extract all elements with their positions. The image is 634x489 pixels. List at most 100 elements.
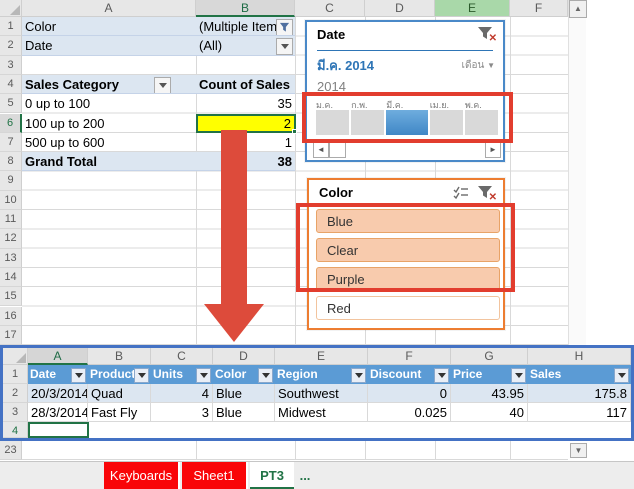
sheet-tab-sheet1[interactable]: Sheet1	[182, 462, 248, 489]
slicer-clear-filter-icon[interactable]: ✕	[477, 185, 497, 203]
vertical-scrollbar[interactable]: ▲	[568, 0, 587, 345]
cell-e2[interactable]: Southwest	[275, 384, 368, 403]
cell-h2[interactable]: 175.8	[528, 384, 631, 403]
table-column-header-d[interactable]: D	[213, 348, 275, 365]
table-column-header-c[interactable]: C	[151, 348, 213, 365]
row-header-17[interactable]: 17	[0, 325, 22, 346]
filter-dropdown-icon[interactable]	[134, 368, 149, 383]
pivot-value-header[interactable]: Count of Sales	[196, 74, 295, 95]
scroll-down-icon[interactable]: ▼	[570, 443, 587, 458]
table-header-price[interactable]: Price	[451, 365, 528, 384]
row-header-9[interactable]: 9	[0, 171, 22, 191]
table-column-header-e[interactable]: E	[275, 348, 368, 365]
column-header-b[interactable]: B	[196, 0, 295, 17]
cell-b2[interactable]: Quad	[88, 384, 151, 403]
table-header-color[interactable]: Color	[213, 365, 275, 384]
row-header-13[interactable]: 13	[0, 248, 22, 268]
scroll-right-icon[interactable]: ►	[485, 142, 501, 158]
timeline-scrollbar[interactable]: ◄ ►	[313, 142, 501, 158]
pivot-filter-field-color[interactable]: Color	[22, 17, 196, 37]
cell-a3[interactable]: 28/3/2014	[28, 403, 88, 422]
table-header-region[interactable]: Region	[275, 365, 368, 384]
filter-dropdown-icon[interactable]	[614, 368, 629, 383]
cell-b3[interactable]: Fast Fly	[88, 403, 151, 422]
row-header-14[interactable]: 14	[0, 267, 22, 288]
row-header-10[interactable]: 10	[0, 190, 22, 210]
table-header-units[interactable]: Units	[151, 365, 213, 384]
pivot-row-category[interactable]: 100 up to 200	[22, 114, 196, 133]
pivot-filter-value-date[interactable]: (All)	[196, 36, 295, 56]
select-all-corner[interactable]	[3, 348, 28, 365]
sheet-tab-pt3-active[interactable]: PT3	[250, 462, 294, 489]
row-header-23[interactable]: 23	[0, 441, 22, 460]
filter-dropdown-icon[interactable]	[511, 368, 526, 383]
column-header-a[interactable]: A	[22, 0, 196, 17]
table-column-header-a[interactable]: A	[28, 348, 88, 365]
sheet-tab-overflow[interactable]: ...	[296, 462, 314, 489]
row-header-16[interactable]: 16	[0, 306, 22, 326]
filter-funnel-icon[interactable]	[276, 19, 293, 36]
dropdown-arrow-icon[interactable]	[276, 38, 293, 55]
pivot-row-category[interactable]: 0 up to 100	[22, 94, 196, 113]
pivot-filter-value-color[interactable]: (Multiple Items)	[196, 17, 295, 37]
active-cell-a4[interactable]	[28, 422, 89, 438]
cell-d3[interactable]: Blue	[213, 403, 275, 422]
cell-e3[interactable]: Midwest	[275, 403, 368, 422]
filter-dropdown-icon[interactable]	[434, 368, 449, 383]
scroll-up-icon[interactable]: ▲	[569, 0, 587, 18]
cell-g3[interactable]: 40	[451, 403, 528, 422]
row-header-6[interactable]: 6	[0, 113, 22, 133]
row-header-2[interactable]: 2	[0, 36, 22, 56]
table-column-header-b[interactable]: B	[88, 348, 151, 365]
filter-dropdown-icon[interactable]	[196, 368, 211, 383]
table-column-header-g[interactable]: G	[451, 348, 528, 365]
table-row-header-2[interactable]: 2	[3, 384, 28, 403]
row-header-3[interactable]: 3	[0, 55, 22, 75]
pivot-row-value[interactable]: 35	[196, 94, 295, 113]
table-header-product[interactable]: Product	[88, 365, 151, 384]
row-header-15[interactable]: 15	[0, 287, 22, 307]
row-header-11[interactable]: 11	[0, 210, 22, 230]
pivot-row-label-header[interactable]: Sales Category	[22, 74, 196, 95]
table-row-header-4[interactable]: 4	[3, 422, 28, 438]
row-header-12[interactable]: 12	[0, 229, 22, 249]
row-header-7[interactable]: 7	[0, 132, 22, 153]
table-header-sales[interactable]: Sales	[528, 365, 631, 384]
column-header-c[interactable]: C	[295, 0, 365, 17]
cell-a2[interactable]: 20/3/2014	[28, 384, 88, 403]
filter-dropdown-icon[interactable]	[71, 368, 86, 383]
cell-f2[interactable]: 0	[368, 384, 451, 403]
row-header-5[interactable]: 5	[0, 94, 22, 114]
column-header-d[interactable]: D	[365, 0, 435, 17]
row-header-4[interactable]: 4	[0, 74, 22, 95]
pivot-grand-total-label[interactable]: Grand Total	[22, 152, 196, 172]
scroll-left-icon[interactable]: ◄	[313, 142, 329, 158]
table-column-header-f[interactable]: F	[368, 348, 451, 365]
timeline-clear-filter-icon[interactable]: ✕	[477, 26, 497, 44]
sheet-tab-keyboards[interactable]: Keyboards	[104, 462, 180, 489]
multi-select-icon[interactable]	[453, 186, 469, 203]
table-header-discount[interactable]: Discount	[368, 365, 451, 384]
table-column-header-h[interactable]: H	[528, 348, 631, 365]
filter-dropdown-icon[interactable]	[351, 368, 366, 383]
table-row-header-3[interactable]: 3	[3, 403, 28, 422]
cell-f3[interactable]: 0.025	[368, 403, 451, 422]
select-all-corner[interactable]	[0, 0, 22, 17]
column-header-e[interactable]: E	[435, 0, 510, 17]
cell-d2[interactable]: Blue	[213, 384, 275, 403]
scrollbar-thumb[interactable]	[329, 142, 346, 158]
cell-c2[interactable]: 4	[151, 384, 213, 403]
row-header-1[interactable]: 1	[0, 17, 22, 37]
column-header-f[interactable]: F	[510, 0, 568, 17]
filter-dropdown-icon[interactable]	[258, 368, 273, 383]
cell-c3[interactable]: 3	[151, 403, 213, 422]
cell-h3[interactable]: 117	[528, 403, 631, 422]
pivot-row-category[interactable]: 500 up to 600	[22, 133, 196, 152]
timeline-level-selector[interactable]: เดือน ▼	[462, 58, 495, 73]
table-header-date[interactable]: Date	[28, 365, 88, 384]
row-header-8[interactable]: 8	[0, 152, 22, 172]
row-label-dropdown-icon[interactable]	[154, 76, 171, 94]
pivot-filter-field-date[interactable]: Date	[22, 36, 196, 56]
cell-g2[interactable]: 43.95	[451, 384, 528, 403]
slicer-item-red[interactable]: Red	[316, 296, 500, 320]
